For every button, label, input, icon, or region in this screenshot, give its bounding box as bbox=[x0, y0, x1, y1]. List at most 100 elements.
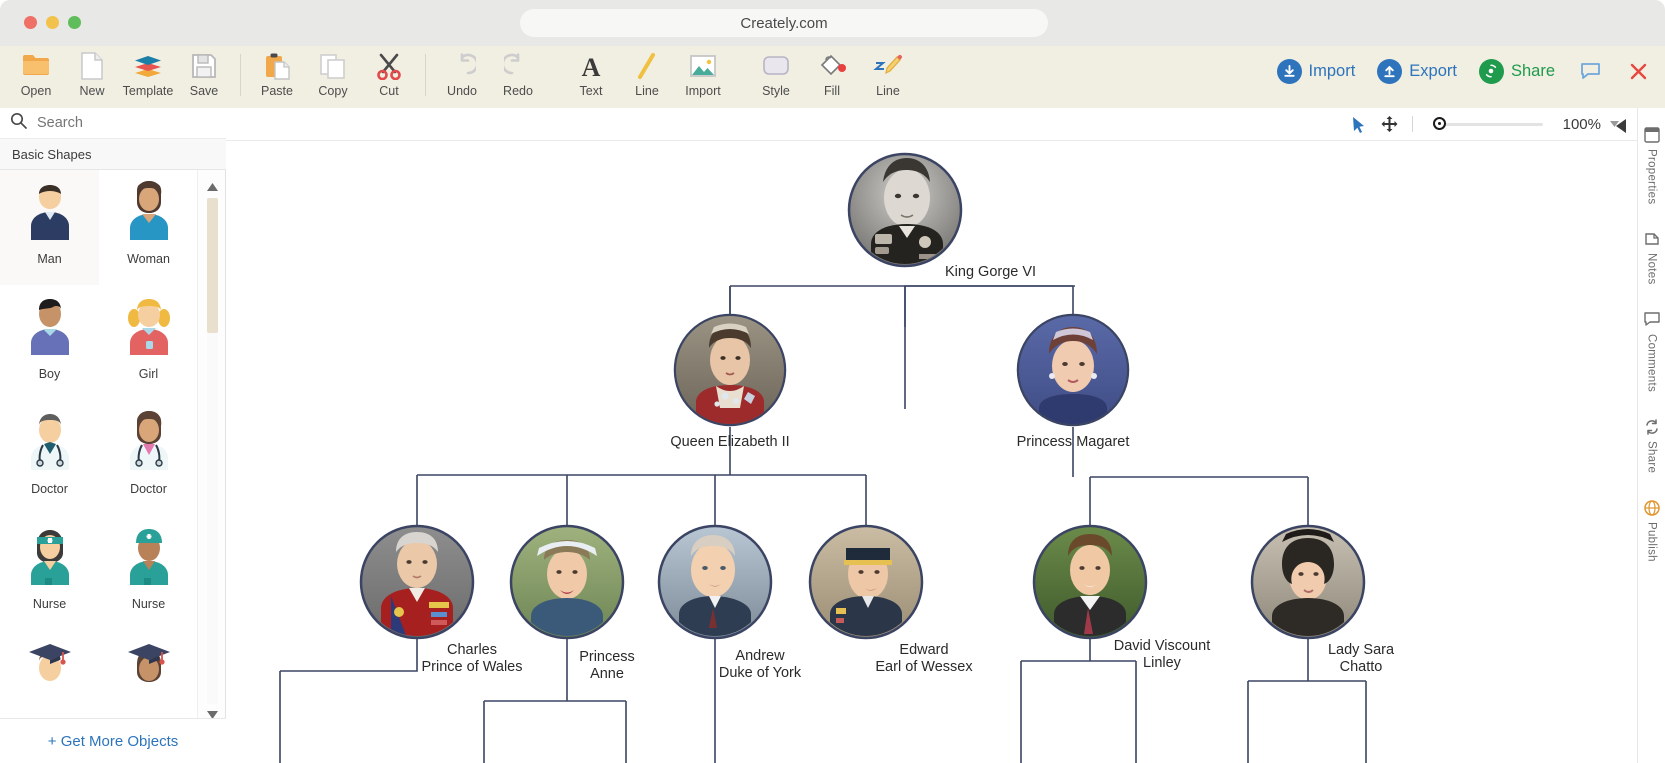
shape-item-boy[interactable]: Boy bbox=[0, 285, 99, 400]
paste-button[interactable]: Paste bbox=[249, 46, 305, 106]
girl-avatar-icon bbox=[118, 293, 180, 363]
text-label: Text bbox=[580, 84, 603, 98]
node-queen-elizabeth-ii[interactable] bbox=[675, 315, 785, 425]
share-action-button[interactable]: Share bbox=[1479, 59, 1555, 84]
node-label-david: David Viscount bbox=[1114, 638, 1210, 654]
upload-circle-icon bbox=[1377, 59, 1402, 84]
get-more-objects-link[interactable]: + Get More Objects bbox=[0, 718, 226, 763]
rounded-rect-icon bbox=[761, 50, 791, 82]
chat-bubble-icon[interactable] bbox=[1577, 58, 1603, 84]
creately-app-window: Creately.com Open New bbox=[0, 0, 1665, 763]
cut-button[interactable]: Cut bbox=[361, 46, 417, 106]
address-bar[interactable]: Creately.com bbox=[520, 9, 1048, 37]
zoom-slider-knob[interactable] bbox=[1433, 117, 1446, 130]
copy-button[interactable]: Copy bbox=[305, 46, 361, 106]
open-button[interactable]: Open bbox=[8, 46, 64, 106]
node-david-viscount-linley[interactable] bbox=[1034, 526, 1146, 638]
tree-connectors bbox=[280, 286, 1366, 763]
collapse-right-panel-icon[interactable] bbox=[1611, 116, 1631, 136]
node-label-david-line2: Linley bbox=[1143, 655, 1182, 671]
minimize-window-button[interactable] bbox=[46, 16, 59, 29]
rail-item-label: Notes bbox=[1646, 253, 1658, 285]
node-label-edward: Edward bbox=[899, 642, 948, 658]
nurse-female-avatar-icon bbox=[19, 523, 81, 593]
canvas-toolbar-divider bbox=[1412, 116, 1413, 132]
scissors-icon bbox=[375, 50, 403, 82]
node-king-george-vi[interactable] bbox=[849, 154, 961, 266]
node-lady-sara-chatto[interactable] bbox=[1252, 526, 1364, 638]
traffic-light-buttons bbox=[24, 16, 81, 29]
line-style-button[interactable]: Line bbox=[860, 46, 916, 106]
line-button[interactable]: Line bbox=[619, 46, 675, 106]
floppy-disk-icon bbox=[191, 50, 217, 82]
shape-item-nurse-female[interactable]: Nurse bbox=[0, 515, 99, 630]
style-button[interactable]: Style bbox=[748, 46, 804, 106]
node-andrew-duke-of-york[interactable] bbox=[659, 526, 771, 638]
shape-row: Man Woman bbox=[0, 170, 226, 285]
shape-panel-scrollbar[interactable] bbox=[197, 170, 225, 732]
export-action-button[interactable]: Export bbox=[1377, 59, 1457, 84]
save-button[interactable]: Save bbox=[176, 46, 232, 106]
scrollbar-track[interactable] bbox=[207, 198, 218, 704]
redo-arrow-icon bbox=[504, 50, 532, 82]
nurse-male-avatar-icon bbox=[118, 523, 180, 593]
comment-bubble-icon bbox=[1643, 311, 1661, 329]
toolbar-group-history: Undo Redo bbox=[434, 46, 546, 108]
rail-item-publish[interactable]: Publish bbox=[1643, 499, 1661, 562]
shape-item-doctor-female[interactable]: Doctor bbox=[99, 400, 198, 515]
node-label-king-george-vi: King Gorge VI bbox=[945, 264, 1036, 280]
rail-item-share[interactable]: Share bbox=[1643, 418, 1661, 473]
clipboard-icon bbox=[263, 50, 291, 82]
rail-item-properties[interactable]: Properties bbox=[1643, 126, 1661, 204]
close-x-icon[interactable] bbox=[1625, 58, 1651, 84]
shape-item-label: Nurse bbox=[132, 597, 165, 611]
rail-item-comments[interactable]: Comments bbox=[1643, 311, 1661, 392]
new-document-icon bbox=[80, 50, 104, 82]
new-button[interactable]: New bbox=[64, 46, 120, 106]
fill-button[interactable]: Fill bbox=[804, 46, 860, 106]
shape-item-woman[interactable]: Woman bbox=[99, 170, 198, 285]
woman-avatar-icon bbox=[118, 178, 180, 248]
shape-category-header[interactable]: Basic Shapes bbox=[0, 139, 226, 170]
node-edward-earl-of-wessex[interactable] bbox=[810, 526, 922, 638]
shape-item-graduate-male[interactable] bbox=[0, 630, 99, 732]
undo-button[interactable]: Undo bbox=[434, 46, 490, 106]
shape-item-label: Doctor bbox=[130, 482, 167, 496]
rail-item-label: Comments bbox=[1646, 334, 1658, 392]
search-input[interactable] bbox=[35, 114, 205, 132]
toolbar-group-clipboard: Paste Copy Cut bbox=[249, 46, 417, 108]
node-charles-prince-of-wales[interactable] bbox=[361, 526, 473, 638]
zoom-slider-track[interactable] bbox=[1439, 123, 1543, 126]
cut-label: Cut bbox=[379, 84, 398, 98]
boy-avatar-icon bbox=[19, 293, 81, 363]
shape-item-nurse-male[interactable]: Nurse bbox=[99, 515, 198, 630]
shape-item-doctor-male[interactable]: Doctor bbox=[0, 400, 99, 515]
picture-icon bbox=[689, 50, 717, 82]
toolbar-divider bbox=[425, 54, 426, 96]
template-button[interactable]: Template bbox=[120, 46, 176, 106]
move-cross-icon[interactable] bbox=[1374, 109, 1404, 139]
text-button[interactable]: A Text bbox=[563, 46, 619, 106]
import-image-button[interactable]: Import bbox=[675, 46, 731, 106]
diagram-canvas[interactable]: King Gorge VI bbox=[226, 141, 1637, 763]
node-princess-margaret[interactable] bbox=[1018, 315, 1128, 425]
shape-row bbox=[0, 630, 226, 732]
import-action-button[interactable]: Import bbox=[1277, 59, 1356, 84]
node-princess-anne[interactable] bbox=[511, 526, 623, 638]
scrollbar-thumb[interactable] bbox=[207, 198, 218, 333]
shape-item-man[interactable]: Man bbox=[0, 170, 99, 285]
shapes-sidebar: Basic Shapes Man bbox=[0, 108, 226, 763]
redo-button[interactable]: Redo bbox=[490, 46, 546, 106]
node-label-charles-line2: Prince of Wales bbox=[422, 659, 523, 675]
shape-item-girl[interactable]: Girl bbox=[99, 285, 198, 400]
rail-item-notes[interactable]: Notes bbox=[1643, 230, 1661, 285]
shape-item-graduate-female[interactable] bbox=[99, 630, 198, 732]
maximize-window-button[interactable] bbox=[68, 16, 81, 29]
graduate-male-avatar-icon bbox=[19, 638, 81, 708]
zoom-slider[interactable] bbox=[1425, 114, 1543, 134]
scroll-up-arrow-icon[interactable] bbox=[204, 179, 220, 195]
close-window-button[interactable] bbox=[24, 16, 37, 29]
toolbar-divider bbox=[240, 54, 241, 96]
cursor-arrow-icon[interactable] bbox=[1344, 109, 1374, 139]
shape-item-label: Man bbox=[37, 252, 61, 266]
